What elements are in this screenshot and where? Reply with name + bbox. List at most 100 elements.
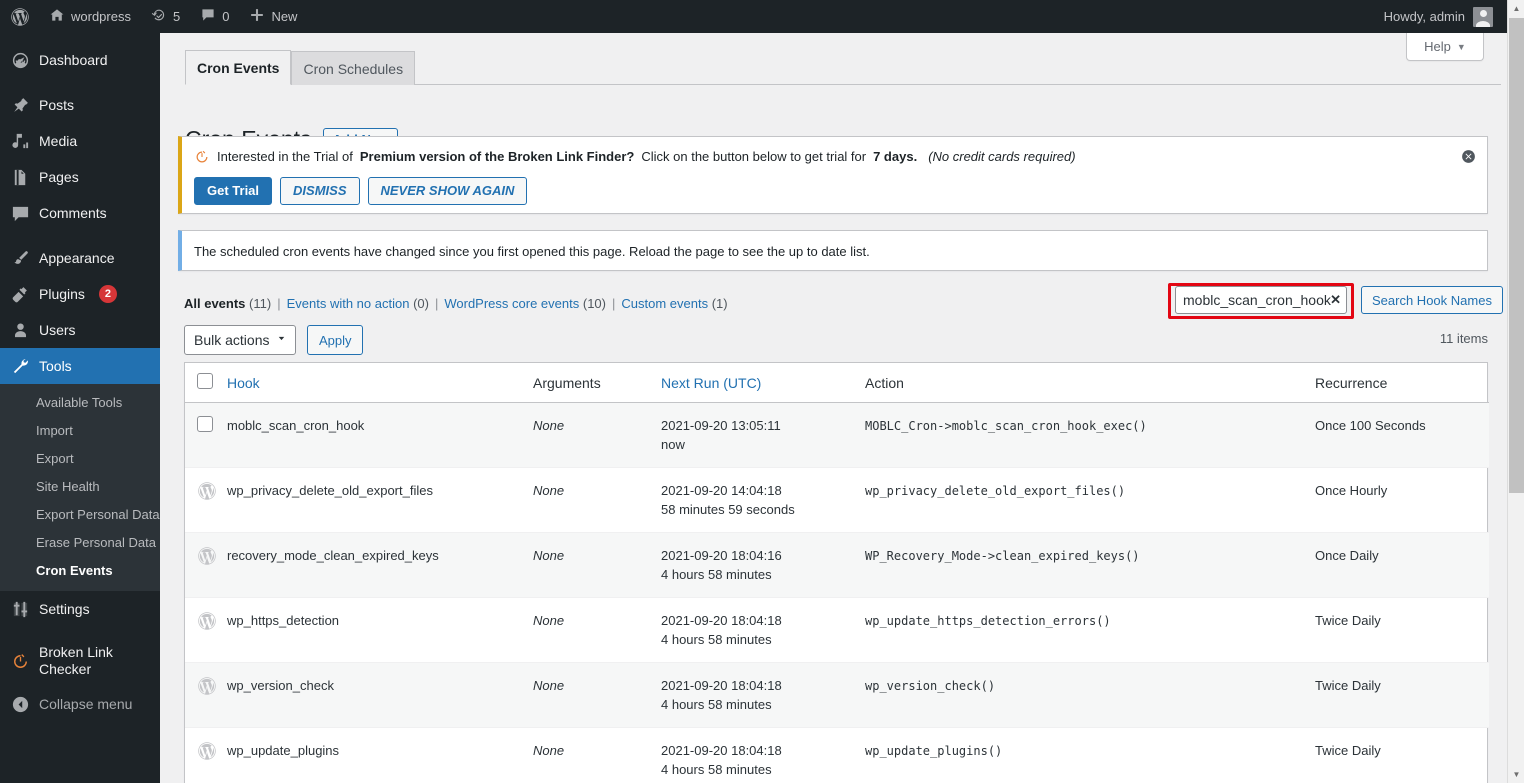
site-name-label: wordpress xyxy=(71,9,131,24)
next-run-timestamp: 2021-09-20 18:04:16 xyxy=(661,548,782,563)
clear-x-icon[interactable]: ✕ xyxy=(1330,293,1341,307)
next-run-timestamp: 2021-09-20 14:04:18 xyxy=(661,483,782,498)
column-header-next-run[interactable]: Next Run (UTC) xyxy=(661,363,865,403)
dismiss-trial-button[interactable]: DISMISS xyxy=(280,176,360,205)
cron-changed-notice-text: The scheduled cron events have changed s… xyxy=(194,244,870,259)
table-row[interactable]: wp_version_check None 2021-09-20 18:04:1… xyxy=(185,662,1489,728)
scroll-up-icon[interactable]: ▲ xyxy=(1508,0,1524,17)
never-show-again-button[interactable]: NEVER SHOW AGAIN xyxy=(367,176,528,205)
sidebar-item-erase-personal-data[interactable]: Erase Personal Data xyxy=(0,529,160,557)
sidebar-item-posts[interactable]: Posts xyxy=(0,87,160,123)
search-input[interactable]: moblc_scan_cron_hook ✕ xyxy=(1175,286,1347,314)
table-row[interactable]: wp_privacy_delete_old_export_files None … xyxy=(185,468,1489,533)
row-checkbox[interactable] xyxy=(197,416,213,432)
sidebar-item-label: Appearance xyxy=(39,250,115,266)
sidebar-item-available-tools[interactable]: Available Tools xyxy=(0,389,160,417)
adminbar-updates[interactable]: 5 xyxy=(141,0,190,33)
sidebar-item-cron-events[interactable]: Cron Events xyxy=(0,557,160,585)
trial-notice-actions: Get Trial DISMISS NEVER SHOW AGAIN xyxy=(194,167,1475,205)
row-arguments-cell: None xyxy=(533,468,661,533)
row-select-cell[interactable] xyxy=(185,403,227,468)
row-next-run-cell: 2021-09-20 18:04:18 4 hours 58 minutes xyxy=(661,728,865,783)
row-hook-cell: recovery_mode_clean_expired_keys xyxy=(227,533,533,598)
bulk-actions-select[interactable]: Bulk actions xyxy=(184,325,297,355)
tab-cron-events[interactable]: Cron Events xyxy=(185,50,292,85)
sidebar-item-tools[interactable]: Tools xyxy=(0,348,168,384)
filter-custom-events[interactable]: Custom events (1) xyxy=(621,294,727,314)
column-header-arguments: Arguments xyxy=(533,363,661,403)
plugins-update-badge: 2 xyxy=(98,285,117,303)
tab-cron-schedules[interactable]: Cron Schedules xyxy=(291,51,416,85)
table-row[interactable]: wp_update_plugins None 2021-09-20 18:04:… xyxy=(185,728,1489,783)
action-callback: wp_update_https_detection_errors() xyxy=(865,614,1111,628)
next-run-timestamp: 2021-09-20 18:04:18 xyxy=(661,613,782,628)
item-count-label: 11 items xyxy=(1439,331,1488,346)
close-circle-icon[interactable] xyxy=(1460,149,1476,165)
row-hook-cell: wp_version_check xyxy=(227,663,533,728)
recurrence-value: Once Hourly xyxy=(1315,483,1388,498)
row-arguments-cell: None xyxy=(533,728,661,783)
wordpress-logo-icon xyxy=(197,611,217,631)
updates-icon xyxy=(151,7,167,26)
sidebar-item-site-health[interactable]: Site Health xyxy=(0,473,160,501)
search-hook-names-button[interactable]: Search Hook Names xyxy=(1361,286,1503,314)
column-header-next-run-label[interactable]: Next Run (UTC) xyxy=(661,375,761,391)
adminbar-site-name[interactable]: wordpress xyxy=(39,0,141,33)
row-recurrence-cell: Once 100 Seconds xyxy=(1315,403,1489,468)
sidebar-item-dashboard[interactable]: Dashboard xyxy=(0,42,160,78)
tools-icon xyxy=(10,356,30,376)
table-row[interactable]: moblc_scan_cron_hook None 2021-09-20 13:… xyxy=(185,402,1489,468)
sidebar-item-export[interactable]: Export xyxy=(0,445,160,473)
browser-scrollbar[interactable]: ▲ ▼ xyxy=(1507,0,1524,783)
trial-text-2: Click on the button below to get trial f… xyxy=(641,149,867,164)
avatar-icon xyxy=(1473,6,1493,27)
sidebar-item-appearance[interactable]: Appearance xyxy=(0,240,160,276)
select-all-checkbox[interactable] xyxy=(197,373,213,389)
filter-events-no-action[interactable]: Events with no action (0) xyxy=(287,294,429,314)
adminbar-wordpress-logo[interactable] xyxy=(0,0,39,33)
sidebar-item-label: Broken Link Checker xyxy=(39,644,113,677)
table-row[interactable]: wp_https_detection None 2021-09-20 18:04… xyxy=(185,598,1489,663)
filter-separator: | xyxy=(434,296,439,311)
column-header-hook-label[interactable]: Hook xyxy=(227,375,260,391)
table-row[interactable]: recovery_mode_clean_expired_keys None 20… xyxy=(185,532,1489,598)
sidebar-item-comments[interactable]: Comments xyxy=(0,195,160,231)
settings-icon xyxy=(10,599,30,619)
column-header-hook[interactable]: Hook xyxy=(227,363,533,403)
sidebar-item-users[interactable]: Users xyxy=(0,312,160,348)
next-run-timestamp: 2021-09-20 13:05:11 xyxy=(661,418,781,433)
filter-count: (11) xyxy=(249,296,272,311)
chevron-down-icon: ▼ xyxy=(1456,41,1466,52)
sidebar-item-plugins[interactable]: Plugins 2 xyxy=(0,276,160,312)
plugins-icon xyxy=(10,284,30,304)
comments-count: 0 xyxy=(222,9,230,24)
sidebar-item-pages[interactable]: Pages xyxy=(0,159,160,195)
sidebar-item-export-personal-data[interactable]: Export Personal Data xyxy=(0,501,160,529)
sidebar-item-settings[interactable]: Settings xyxy=(0,591,160,627)
filter-wordpress-core-events[interactable]: WordPress core events (10) xyxy=(444,294,606,314)
sidebar-item-broken-link-checker[interactable]: Broken Link Checker xyxy=(0,636,160,686)
adminbar-new-content[interactable]: New xyxy=(239,0,307,33)
scrollbar-thumb[interactable] xyxy=(1509,18,1524,493)
row-recurrence-cell: Twice Daily xyxy=(1315,728,1489,783)
row-select-cell xyxy=(185,663,227,728)
row-hook-cell: wp_update_plugins xyxy=(227,728,533,783)
next-run-timestamp: 2021-09-20 18:04:18 xyxy=(661,678,782,693)
trial-text-1: Interested in the Trial of xyxy=(217,149,353,164)
get-trial-button[interactable]: Get Trial xyxy=(194,176,273,205)
adminbar-comments[interactable]: 0 xyxy=(190,0,239,33)
sidebar-item-media[interactable]: Media xyxy=(0,123,160,159)
trial-text-italic: (No credit cards required) xyxy=(928,149,1076,164)
action-callback: MOBLC_Cron->moblc_scan_cron_hook_exec() xyxy=(865,419,1147,433)
adminbar-my-account[interactable]: Howdy, admin xyxy=(1384,6,1507,27)
recurrence-value: Twice Daily xyxy=(1315,743,1381,758)
filter-all-events[interactable]: All events (11) xyxy=(184,294,271,314)
wordpress-logo-icon xyxy=(197,546,217,566)
sidebar-item-collapse-menu[interactable]: Collapse menu xyxy=(0,686,160,722)
hook-name: wp_update_plugins xyxy=(227,743,340,758)
select-all-header[interactable] xyxy=(185,363,227,403)
sidebar-item-import[interactable]: Import xyxy=(0,417,160,445)
trial-text-bold-1: Premium version of the Broken Link Finde… xyxy=(359,149,635,164)
apply-button[interactable]: Apply xyxy=(306,325,364,355)
scroll-down-icon[interactable]: ▼ xyxy=(1508,766,1524,783)
